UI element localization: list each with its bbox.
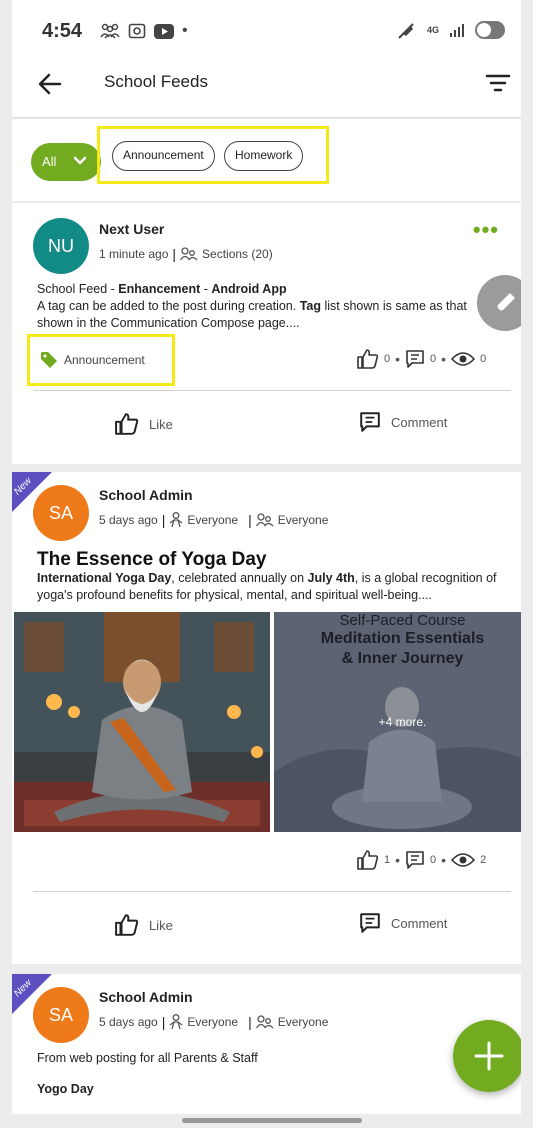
comment-icon [406,350,424,368]
author-name[interactable]: Next User [99,221,164,237]
post-audience: Sections (20) [202,247,273,261]
filter-icon[interactable] [485,72,511,94]
audience-icon [255,513,274,527]
person-icon [169,1014,183,1030]
divider [33,390,511,391]
post-image-yoga[interactable] [14,612,270,832]
view-count: 0 [480,353,487,365]
post-card: New SA School Admin 5 days ago | Everyon… [12,974,521,1114]
battery-toggle-icon [475,21,505,39]
youtube-icon [154,23,174,39]
network-type: 4G [426,25,439,35]
author-name[interactable]: School Admin [99,989,193,1005]
view-count: 2 [480,854,487,866]
app-screen: 4:54 • 4G School Feeds All Announcement … [12,0,521,1128]
post-stats: 0 • 0 • 0 [357,349,486,369]
post-meta: 5 days ago | Everyone | Everyone [99,1014,329,1030]
screenshot-icon [128,23,146,39]
comment-icon [406,851,424,869]
status-time: 4:54 [42,20,83,42]
image-caption: Meditation Essentials [320,630,485,647]
group-icon [100,23,120,39]
post-audience: Everyone [277,513,329,527]
post-meta: 1 minute ago | Sections (20) [99,246,273,262]
like-button[interactable]: Like [115,413,173,435]
more-options-icon[interactable]: ••• [473,217,499,243]
post-stats: 1 • 0 • 2 [357,850,486,870]
avatar[interactable]: SA [33,987,89,1043]
like-label: Like [149,917,173,933]
back-arrow-icon[interactable] [36,70,64,98]
dnd-icon [398,23,414,39]
post-time: 5 days ago [99,1015,158,1029]
audience-icon [255,1015,274,1029]
post-image-meditation[interactable]: Self-Paced Course Meditation Essentials … [274,612,521,832]
comment-icon [360,412,380,432]
chevron-down-icon [73,156,87,165]
pencil-icon [496,293,515,312]
chip-announcement[interactable]: Announcement [112,141,215,171]
divider [33,891,511,892]
page-title: School Feeds [104,72,208,91]
comment-icon [360,913,380,933]
post-time: 1 minute ago [99,247,169,261]
image-caption: & Inner Journey [341,650,464,667]
post-body[interactable]: From web posting for all Parents & Staff [37,1050,258,1067]
avatar[interactable]: NU [33,218,89,274]
post-meta: 5 days ago | Everyone | Everyone [99,512,329,528]
system-icons: 4G [395,20,505,40]
signal-icon [450,24,464,37]
author-name[interactable]: School Admin [99,487,193,503]
avatar[interactable]: SA [33,485,89,541]
plus-icon [474,1041,504,1071]
like-label: Like [149,416,173,432]
highlight-box [27,334,175,386]
comment-label: Comment [391,414,448,430]
comment-button[interactable]: Comment [359,912,447,934]
like-count: 0 [384,353,391,365]
home-indicator[interactable] [182,1118,362,1123]
post-audience: Everyone [187,513,239,527]
status-bar: 4:54 • 4G [12,0,521,62]
post-body[interactable]: School Feed - Enhancement - Android App … [37,281,487,332]
dot-icon: • [182,22,188,39]
meditating-man-illustration [14,612,270,832]
post-body[interactable]: International Yoga Day, celebrated annua… [37,570,507,604]
notification-icons: • [100,22,188,40]
more-images-label[interactable]: +4 more. [274,715,521,729]
chip-homework[interactable]: Homework [224,141,304,171]
audience-icon [180,247,198,261]
post-audience: Everyone [187,1015,239,1029]
person-icon [169,512,183,528]
post-headline[interactable]: The Essence of Yoga Day [37,549,267,571]
like-button[interactable]: Like [115,914,173,936]
add-post-button[interactable] [453,1020,521,1092]
comment-label: Comment [391,915,448,931]
filter-bar: All Announcement Homework [12,119,521,201]
like-icon [115,413,139,435]
comment-count: 0 [430,854,437,866]
comment-button[interactable]: Comment [359,411,447,433]
like-icon [357,850,379,870]
post-audience: Everyone [277,1015,329,1029]
like-count: 1 [384,854,391,866]
comment-count: 0 [430,353,437,365]
app-bar: School Feeds [12,62,521,118]
image-caption: Self-Paced Course [339,612,466,629]
eye-icon [451,853,476,867]
all-filter-label: All [42,154,57,169]
like-icon [115,914,139,936]
post-time: 5 days ago [99,513,158,527]
eye-icon [451,352,476,366]
like-icon [357,349,379,369]
all-filter-dropdown[interactable]: All [31,143,101,181]
post-title[interactable]: Yogo Day [37,1081,94,1098]
